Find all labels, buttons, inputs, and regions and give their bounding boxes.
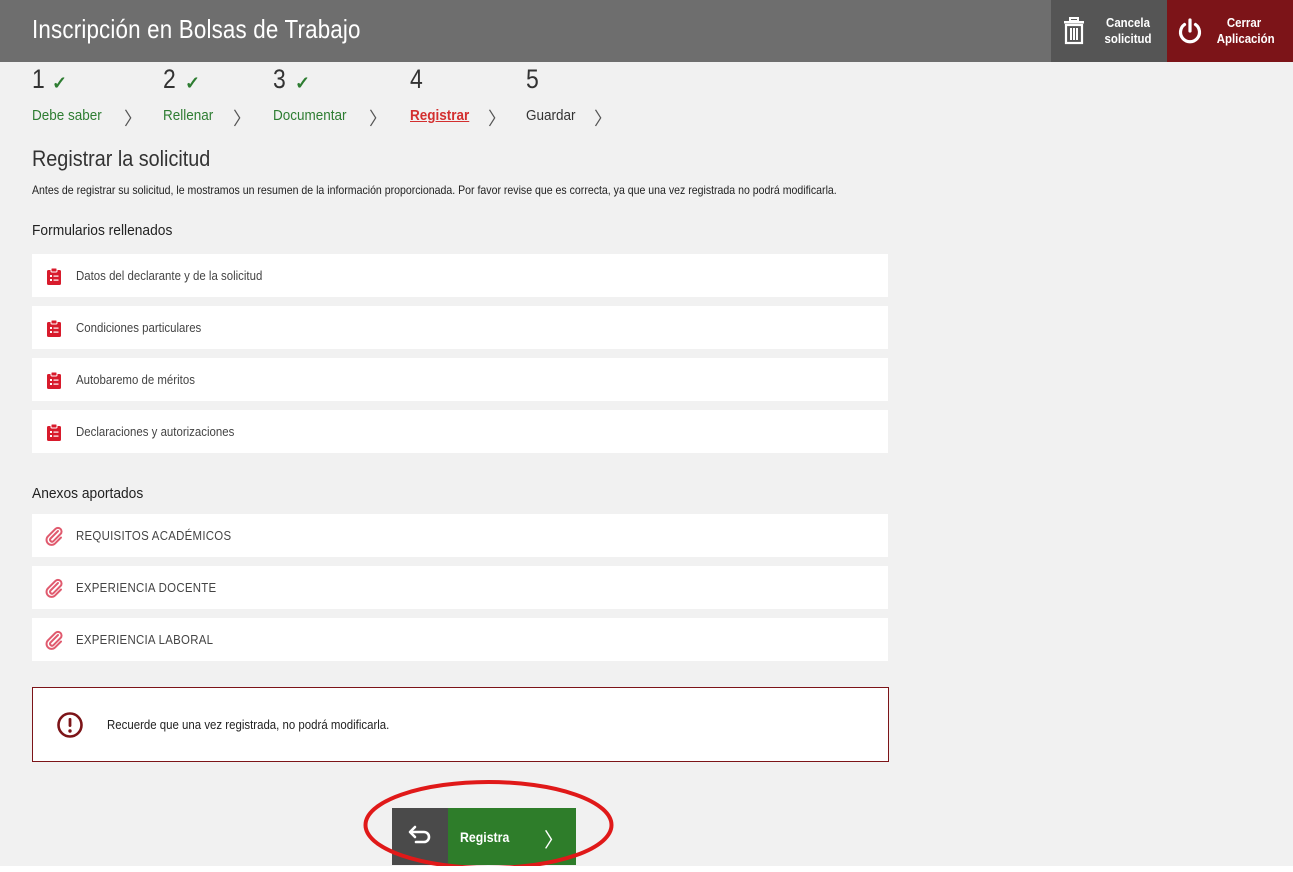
cancel-request-button[interactable]: Cancela solicitud (1051, 0, 1167, 62)
annex-item-label: EXPERIENCIA DOCENTE (76, 580, 217, 595)
clipboard-list-icon (32, 267, 76, 285)
check-icon: ✓ (185, 73, 201, 93)
form-item[interactable]: Condiciones particulares (32, 306, 888, 349)
annex-item-label: REQUISITOS ACADÉMICOS (76, 528, 232, 543)
exclamation-circle-icon (33, 711, 107, 739)
step-number: 2 (163, 64, 176, 94)
paperclip-icon (32, 578, 76, 598)
clipboard-list-icon (32, 423, 76, 441)
annex-item[interactable]: EXPERIENCIA DOCENTE (32, 566, 888, 609)
step-label-documentar[interactable]: Documentar (273, 107, 347, 124)
chevron-right-icon: 〉 (594, 109, 612, 129)
power-icon (1167, 17, 1213, 45)
chevron-right-icon: 〉 (233, 109, 251, 129)
highlight-ellipse (363, 780, 614, 870)
close-label-line1: Cerrar (1226, 15, 1262, 30)
annex-item-label: EXPERIENCIA LABORAL (76, 632, 214, 647)
check-icon: ✓ (52, 73, 68, 93)
trash-icon (1051, 17, 1097, 45)
step-label-rellenar[interactable]: Rellenar (163, 107, 213, 124)
form-item-label: Condiciones particulares (76, 320, 202, 335)
chevron-right-icon: 〉 (124, 109, 142, 129)
warning-text: Recuerde que una vez registrada, no podr… (107, 717, 390, 732)
chevron-right-icon: 〉 (488, 109, 506, 129)
close-application-button[interactable]: Cerrar Aplicación (1167, 0, 1293, 62)
intro-text: Antes de registrar su solicitud, le most… (32, 183, 837, 197)
form-item[interactable]: Autobaremo de méritos (32, 358, 888, 401)
clipboard-list-icon (32, 319, 76, 337)
cancel-label-line1: Cancela (1106, 15, 1150, 30)
close-label-line2: Aplicación (1216, 31, 1275, 46)
form-item-label: Autobaremo de méritos (76, 372, 195, 387)
forms-heading: Formularios rellenados (32, 222, 173, 239)
step-label-guardar[interactable]: Guardar (526, 107, 576, 124)
warning-box: Recuerde que una vez registrada, no podr… (32, 687, 889, 762)
step-number: 5 (526, 64, 539, 94)
clipboard-list-icon (32, 371, 76, 389)
app-window: Inscripción en Bolsas de Trabajo Cancela… (0, 0, 1293, 872)
step-label-registrar[interactable]: Registrar (410, 107, 469, 124)
step-number: 1 (32, 64, 45, 94)
paperclip-icon (32, 630, 76, 650)
step-label-debe-saber[interactable]: Debe saber (32, 107, 102, 124)
page-title: Registrar la solicitud (32, 146, 211, 171)
check-icon: ✓ (295, 73, 311, 93)
form-item[interactable]: Declaraciones y autorizaciones (32, 410, 888, 453)
form-item[interactable]: Datos del declarante y de la solicitud (32, 254, 888, 297)
paperclip-icon (32, 526, 76, 546)
form-item-label: Datos del declarante y de la solicitud (76, 268, 263, 283)
step-number: 3 (273, 64, 286, 94)
form-item-label: Declaraciones y autorizaciones (76, 424, 235, 439)
app-header: Inscripción en Bolsas de Trabajo Cancela… (0, 0, 1293, 62)
app-title: Inscripción en Bolsas de Trabajo (32, 14, 361, 44)
annex-heading: Anexos aportados (32, 485, 144, 502)
cancel-label-line2: solicitud (1104, 31, 1152, 46)
annex-item[interactable]: EXPERIENCIA LABORAL (32, 618, 888, 661)
chevron-right-icon: 〉 (369, 109, 387, 129)
step-number: 4 (410, 64, 423, 94)
annex-item[interactable]: REQUISITOS ACADÉMICOS (32, 514, 888, 557)
bottom-edge (0, 866, 1293, 872)
